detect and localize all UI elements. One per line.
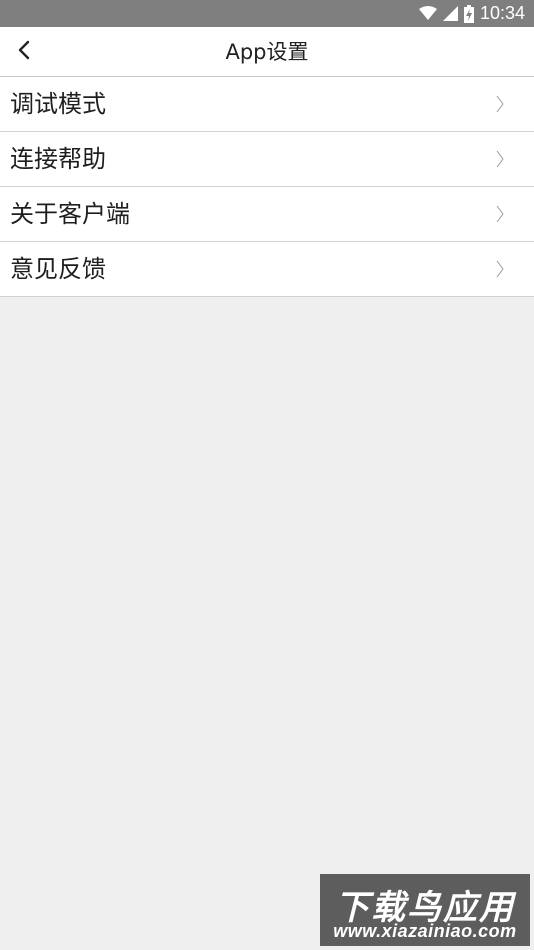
chevron-right-icon [496, 205, 504, 223]
status-icons: 10:34 [418, 0, 525, 27]
menu-item-debug-mode[interactable]: 调试模式 [0, 77, 534, 132]
battery-charging-icon [463, 4, 474, 23]
menu-item-label: 调试模式 [10, 90, 106, 118]
status-time: 10:34 [479, 3, 525, 23]
watermark-logo: 下载鸟应用 www.xiazainiao.com [320, 874, 530, 946]
settings-menu: 调试模式 连接帮助 关于客户端 意见反馈 [0, 77, 534, 297]
page-title: App设置 [225, 40, 309, 64]
cell-signal-icon [442, 6, 458, 21]
menu-item-label: 意见反馈 [10, 255, 106, 283]
chevron-right-icon [496, 150, 504, 168]
menu-item-feedback[interactable]: 意见反馈 [0, 242, 534, 297]
watermark-url: www.xiazainiao.com [333, 921, 517, 941]
menu-item-label: 连接帮助 [10, 145, 106, 173]
menu-item-label: 关于客户端 [10, 200, 130, 228]
menu-item-about-client[interactable]: 关于客户端 [0, 187, 534, 242]
wifi-icon [418, 6, 437, 21]
app-header: App设置 [0, 27, 534, 77]
menu-item-connection-help[interactable]: 连接帮助 [0, 132, 534, 187]
chevron-right-icon [496, 95, 504, 113]
chevron-right-icon [496, 260, 504, 278]
status-bar: 10:34 [0, 0, 534, 27]
